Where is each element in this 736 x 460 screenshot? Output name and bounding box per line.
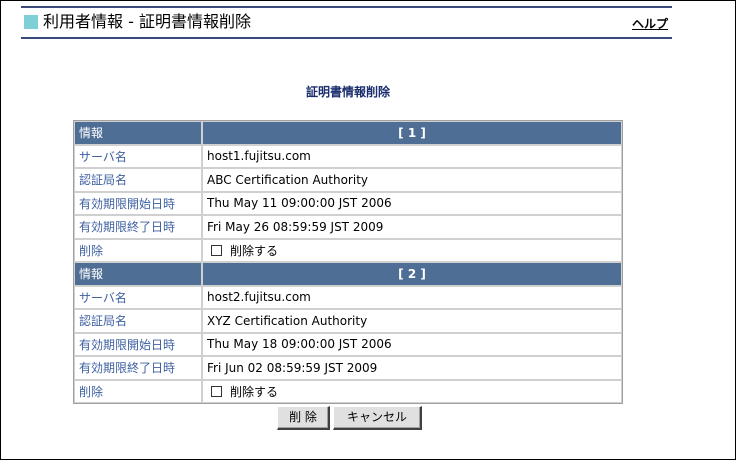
valid-from-label: 有効期限開始日時 [74, 191, 202, 215]
certificate-header-row: 情報 [ 1 ] [74, 121, 622, 145]
delete-checkbox-label: 削除する [230, 243, 279, 258]
delete-checkbox-2[interactable] [211, 385, 222, 397]
server-name-value: host1.fujitsu.com [202, 144, 622, 168]
table-row: 有効期限開始日時 Thu May 18 09:00:00 JST 2006 [74, 332, 622, 356]
valid-to-label: 有効期限終了日時 [74, 215, 202, 239]
page-frame: 利用者情報 - 証明書情報削除 ヘルプ 証明書情報削除 情報 [ 1 ] サーバ… [0, 0, 736, 460]
table-row: 認証局名 ABC Certification Authority [74, 168, 622, 192]
delete-checkbox-1[interactable] [211, 244, 222, 256]
delete-option: 削除する [202, 238, 622, 262]
valid-to-label: 有効期限終了日時 [74, 356, 202, 380]
valid-from-value: Thu May 11 09:00:00 JST 2006 [202, 191, 622, 215]
delete-option: 削除する [202, 379, 622, 403]
server-name-label: サーバ名 [74, 285, 202, 309]
valid-from-value: Thu May 18 09:00:00 JST 2006 [202, 332, 622, 356]
certificate-table: 情報 [ 1 ] サーバ名 host1.fujitsu.com 認証局名 ABC… [73, 120, 623, 404]
server-name-value: host2.fujitsu.com [202, 285, 622, 309]
table-row: 有効期限終了日時 Fri May 26 08:59:59 JST 2009 [74, 215, 622, 239]
certificate-header-row: 情報 [ 2 ] [74, 262, 622, 286]
valid-to-value: Fri May 26 08:59:59 JST 2009 [202, 215, 622, 239]
table-row: 有効期限開始日時 Thu May 11 09:00:00 JST 2006 [74, 191, 622, 215]
header-square-icon [24, 15, 38, 29]
delete-button[interactable]: 削 除 [277, 406, 330, 430]
ca-name-value: ABC Certification Authority [202, 168, 622, 192]
section-label: 情報 [74, 262, 202, 286]
certificate-number: [ 2 ] [202, 262, 622, 286]
table-row: 認証局名 XYZ Certification Authority [74, 309, 622, 333]
page-header: 利用者情報 - 証明書情報削除 ヘルプ [21, 6, 672, 39]
table-row: サーバ名 host2.fujitsu.com [74, 285, 622, 309]
section-label: 情報 [74, 121, 202, 145]
help-link[interactable]: ヘルプ [632, 17, 668, 31]
delete-label: 削除 [74, 379, 202, 403]
certificate-number: [ 1 ] [202, 121, 622, 145]
ca-name-value: XYZ Certification Authority [202, 309, 622, 333]
delete-checkbox-label: 削除する [230, 384, 279, 399]
delete-label: 削除 [74, 238, 202, 262]
valid-from-label: 有効期限開始日時 [74, 332, 202, 356]
table-row: サーバ名 host1.fujitsu.com [74, 144, 622, 168]
table-row: 有効期限終了日時 Fri Jun 02 08:59:59 JST 2009 [74, 356, 622, 380]
table-row: 削除 削除する [74, 379, 622, 403]
cancel-button[interactable]: キャンセル [333, 406, 422, 430]
ca-name-label: 認証局名 [74, 309, 202, 333]
section-heading: 証明書情報削除 [305, 85, 390, 99]
server-name-label: サーバ名 [74, 144, 202, 168]
valid-to-value: Fri Jun 02 08:59:59 JST 2009 [202, 356, 622, 380]
table-row: 削除 削除する [74, 238, 622, 262]
ca-name-label: 認証局名 [74, 168, 202, 192]
page-title: 利用者情報 - 証明書情報削除 [43, 12, 251, 31]
